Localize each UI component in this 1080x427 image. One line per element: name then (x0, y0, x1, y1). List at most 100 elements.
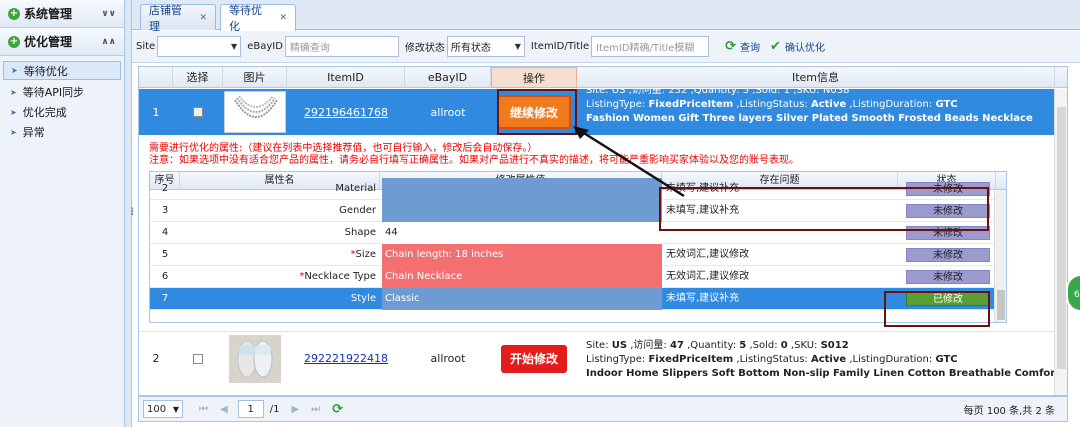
ebayid-input[interactable]: 精确查询 (284, 36, 399, 57)
row-itemid-cell: 292221922418 (287, 332, 405, 385)
scroll-thumb[interactable] (1057, 107, 1066, 369)
next-page-icon[interactable]: ▶ (291, 404, 299, 415)
attribute-name-cell: Shape (180, 222, 376, 244)
attribute-row[interactable]: 7 Style Classic 未填写,建议补充 已修改 (150, 288, 995, 310)
attribute-value-input[interactable] (382, 200, 662, 222)
info-label: ,访问量: (627, 340, 670, 351)
arrow-right-icon: ➤ (10, 127, 17, 137)
attribute-scrollbar[interactable] (994, 190, 1006, 322)
info-label: ,Quantity: (683, 340, 740, 351)
attribute-row[interactable]: 6 *Necklace Type Chain Necklace 无效词汇,建议修改 未修… (150, 266, 995, 288)
info-label: Site: (586, 340, 612, 351)
attribute-name: Style (350, 293, 376, 304)
sidebar-group-label: 优化管理 (24, 35, 73, 49)
itemid-link[interactable]: 292196461768 (304, 106, 388, 119)
product-thumbnail[interactable] (224, 91, 286, 133)
tab-waiting-optimize[interactable]: 等待优化 ✕ (220, 4, 296, 33)
attribute-name: Material (335, 183, 376, 194)
necklace-image (234, 95, 278, 118)
attribute-value-input[interactable]: 44 (382, 222, 662, 244)
row-index: 1 (152, 105, 160, 119)
ebayid-label: eBayID (247, 41, 283, 52)
start-edit-button[interactable]: 开始修改 (501, 344, 567, 373)
col-index (139, 67, 173, 88)
info-label: ,Sold: (746, 340, 781, 351)
table-row[interactable]: 2 292221922418 allroot 开始修改 Site: US ,访问… (139, 331, 1055, 385)
attribute-name: Shape (344, 227, 376, 238)
sidebar-group-label: 系统管理 (24, 7, 73, 21)
attribute-no: 2 (161, 183, 169, 194)
notes-line-2: 注意：如果选项中没有适合您产品的属性，请务必自行填写正确属性。如果对产品进行不真… (149, 155, 799, 166)
attribute-value-input[interactable]: Chain Necklace (382, 266, 662, 288)
attribute-name: Gender (339, 205, 376, 216)
attribute-problem: 未填写,建议补充 (666, 293, 740, 304)
sidebar-item-waiting[interactable]: ➤ 等待优化 (3, 61, 121, 80)
page-size-select[interactable]: 100 ▼ (143, 400, 183, 418)
row-info: Site: US ,访问量: 47 ,Quantity: 5 ,Sold: 0 … (584, 332, 1054, 385)
row-ebayid: allroot (430, 105, 466, 119)
sidebar-item-done[interactable]: ➤ 优化完成 (0, 102, 124, 122)
itemid-input[interactable]: ItemID精确/Title模糊 (591, 36, 710, 57)
attribute-name-cell: *Necklace Type (180, 266, 376, 288)
sidebar-group-optimize[interactable]: + 优化管理 ∧∧ (0, 28, 124, 56)
site-select[interactable]: ▼ (157, 36, 242, 57)
attribute-name-cell: Material (180, 178, 376, 200)
last-page-icon[interactable]: ⏭ (311, 404, 320, 415)
sidebar-group-system[interactable]: + 系统管理 ∨∨ (0, 0, 124, 28)
info-line-2: ListingType: FixedPriceItem ,ListingStat… (586, 98, 1054, 112)
refresh-icon[interactable]: ⟳ (332, 402, 343, 417)
status-select[interactable]: 所有状态 ▼ (446, 36, 525, 57)
close-icon[interactable]: ✕ (199, 13, 207, 23)
action-highlight (497, 89, 577, 135)
dropdown-arrow-icon: ▼ (172, 404, 179, 414)
info-line-2: ListingType: FixedPriceItem ,ListingStat… (586, 353, 1054, 367)
attribute-value-input[interactable]: Chain length: 18 inches (382, 244, 662, 266)
attribute-no: 6 (161, 271, 169, 282)
search-button-label: 查询 (740, 43, 761, 54)
page-input[interactable]: 1 (237, 400, 264, 418)
prev-page-icon[interactable]: ◀ (220, 404, 228, 415)
col-image: 图片 (223, 67, 287, 88)
grid-scrollbar[interactable] (1054, 89, 1067, 395)
attribute-row[interactable]: 5 *Size Chain length: 18 inches 无效词汇,建议修改 未修… (150, 244, 995, 266)
product-thumbnail[interactable] (229, 334, 281, 383)
first-page-icon[interactable]: ⏮ (199, 404, 208, 415)
scroll-thumb[interactable] (997, 290, 1005, 320)
info-value: US (611, 340, 628, 351)
sidebar-item-error[interactable]: ➤ 异常 (0, 122, 124, 142)
app-window: + 系统管理 ∨∨ + 优化管理 ∧∧ ➤ 等待优化 ➤ 等待API同步 ➤ 优… (0, 0, 1080, 427)
info-label: ,ListingDuration: (846, 99, 936, 110)
info-label: ListingType: (586, 354, 649, 365)
row-index: 2 (152, 352, 160, 365)
confirm-optimize-button[interactable]: ✔ 确认优化 (770, 39, 825, 54)
plus-circle-icon: + (8, 35, 20, 48)
item-grid: 选择 图片 ItemID eBayID 操作 Item信息 1 29219646… (138, 66, 1068, 396)
attribute-no: 7 (161, 293, 169, 304)
chevron-double-down-icon[interactable]: ∨∨ (101, 9, 116, 19)
info-value: 0 (780, 340, 788, 351)
itemid-link[interactable]: 292221922418 (304, 352, 388, 365)
chevron-double-up-icon[interactable]: ∧∧ (101, 37, 116, 47)
status-highlight (884, 291, 990, 327)
sidebar-item-api-sync[interactable]: ➤ 等待API同步 (0, 82, 124, 102)
attribute-no: 3 (161, 205, 169, 216)
info-label: ,SKU: (787, 340, 821, 351)
tab-label: 店铺管理 (149, 3, 182, 33)
search-button[interactable]: ⟳ 查询 (725, 39, 760, 54)
attribute-value-input[interactable]: Classic (382, 288, 662, 310)
info-label: ListingType: (586, 99, 649, 110)
row-checkbox[interactable] (193, 107, 203, 117)
sidebar-splitter[interactable]: ••• (125, 0, 136, 427)
tab-bar: 店铺管理 ✕ 等待优化 ✕ (132, 0, 1080, 33)
info-label: ,ListingStatus: (733, 354, 811, 365)
col-ebayid: eBayID (405, 67, 491, 88)
row-checkbox[interactable] (193, 353, 203, 364)
attribute-problem: 无效词汇,建议修改 (666, 249, 750, 260)
row-ebayid: allroot (430, 352, 466, 365)
attribute-name-cell: *Size (180, 244, 376, 266)
refresh-icon: ⟳ (725, 39, 737, 54)
sidebar-item-label: 优化完成 (22, 106, 67, 119)
tab-shop-management[interactable]: 店铺管理 ✕ (140, 4, 216, 33)
close-icon[interactable]: ✕ (279, 13, 287, 23)
col-action: 操作 (491, 67, 577, 88)
